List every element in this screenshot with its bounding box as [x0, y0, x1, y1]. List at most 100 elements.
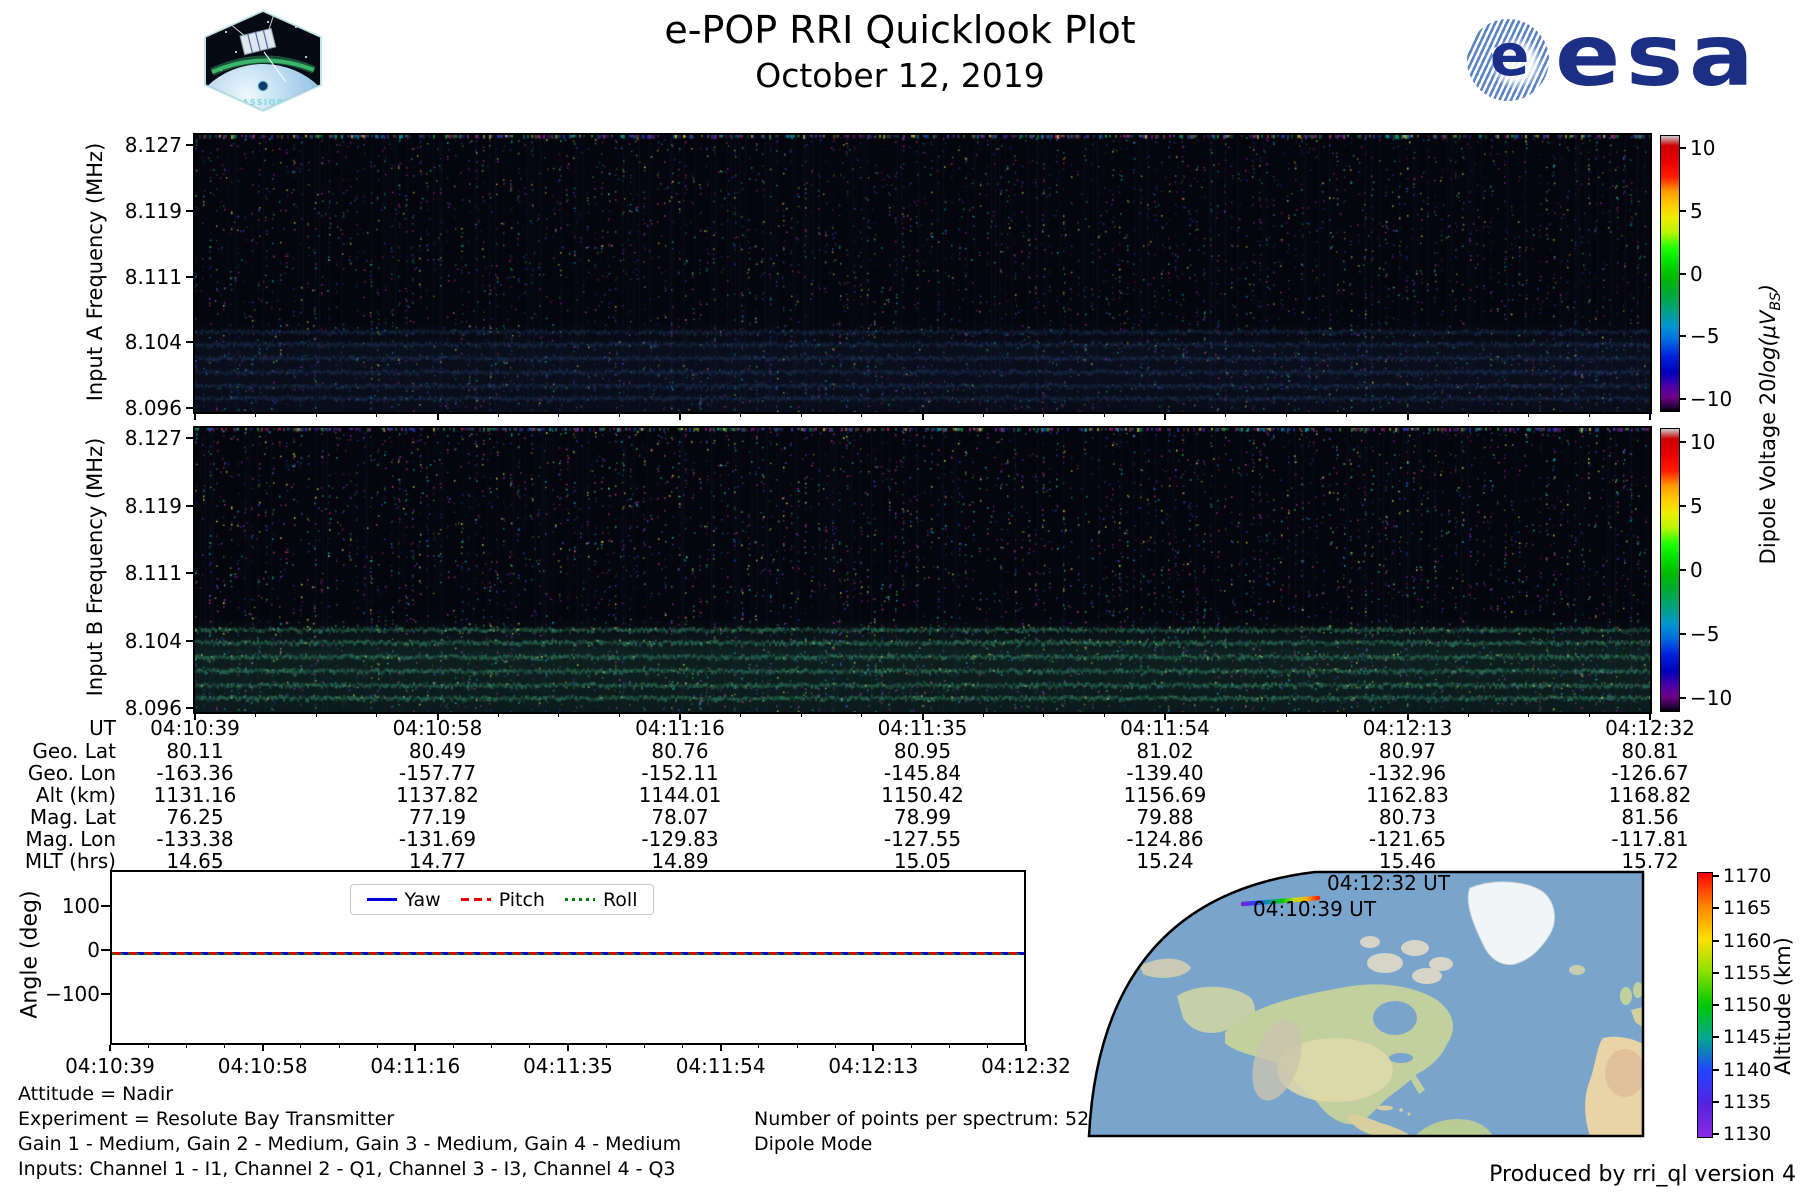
dipole-cbar-tick-mark	[1680, 209, 1686, 212]
dipole-label-suffix: )	[1755, 283, 1780, 293]
ephemeris-row-label: Mag. Lat	[29, 805, 116, 829]
angle-minor-tick	[338, 1045, 340, 1048]
altitude-cbar-tick-label: 1160	[1723, 929, 1772, 952]
dipole-cbar-tick-label: −10	[1690, 386, 1733, 411]
attitude-legend: Yaw Pitch Roll	[350, 884, 654, 915]
ephemeris-cell: 14.65	[166, 849, 224, 873]
altitude-cbar-tick-mark	[1713, 875, 1719, 877]
ephemeris-cell: -145.84	[883, 761, 962, 785]
ephemeris-cell: 80.49	[408, 739, 467, 763]
angle-ytick-mark	[101, 905, 110, 907]
ephemeris-cell: -121.65	[1368, 827, 1447, 851]
ephemeris-row-label: MLT (hrs)	[24, 849, 116, 873]
pitch-line-sample-icon	[460, 898, 491, 901]
time-tick-mark-a	[921, 414, 924, 420]
legend-label: Yaw	[404, 888, 441, 911]
time-minor-tick-a	[1285, 414, 1287, 417]
time-minor-tick-a	[1043, 414, 1045, 417]
angle-minor-tick	[376, 1045, 378, 1048]
ephemeris-cell: 04:11:54	[1120, 716, 1210, 740]
dipole-cbar-tick-mark	[1680, 569, 1686, 571]
altitude-cbar-tick-label: 1165	[1723, 897, 1772, 920]
ephemeris-cell: 15.24	[1136, 849, 1194, 873]
ephemeris-cell: 1131.16	[153, 783, 237, 807]
dipole-colorbar-a	[1660, 135, 1680, 412]
ephemeris-cell: 14.77	[408, 849, 467, 873]
map-hudson-bay	[1373, 1001, 1417, 1035]
time-minor-tick-a	[1103, 414, 1105, 417]
ephemeris-row-label: UT	[89, 716, 116, 740]
altitude-cbar-tick-label: 1145	[1723, 1026, 1772, 1049]
freq-tick-label-a: 8.096	[124, 396, 182, 421]
dipole-cbar-tick-label: −10	[1690, 686, 1733, 711]
time-minor-tick-a	[1588, 414, 1590, 417]
ephemeris-cell: 81.02	[1136, 739, 1194, 763]
legend-entry-pitch: Pitch	[460, 889, 545, 911]
esa-logo-wordmark: esa	[1555, 6, 1760, 106]
ephemeris-cell: 1150.42	[881, 783, 964, 807]
ephemeris-cell: 04:12:32	[1605, 716, 1695, 740]
angle-xtick-label: 04:12:13	[828, 1054, 919, 1078]
esa-logo-globe-icon: e	[1467, 19, 1549, 101]
dipole-cbar-tick-label: 10	[1690, 136, 1716, 161]
freq-tick-mark-b	[186, 437, 194, 440]
freq-tick-mark-a	[186, 143, 194, 146]
altitude-cbar-tick-mark	[1713, 1036, 1719, 1039]
altitude-cbar-tick-mark	[1713, 939, 1719, 942]
freq-tick-mark-a	[186, 275, 194, 278]
time-minor-tick-a	[497, 414, 499, 417]
patch-mission-name: CASSIOPE	[235, 98, 291, 107]
altitude-cbar-tick-label: 1170	[1723, 865, 1772, 887]
spectrogram-a-ylabel: Input A Frequency (MHz)	[83, 142, 107, 402]
spectrogram-b-ylabel: Input B Frequency (MHz)	[83, 437, 107, 697]
time-minor-tick-a	[1346, 414, 1348, 417]
ephemeris-row-label: Geo. Lat	[32, 739, 116, 763]
time-minor-tick-a	[1528, 414, 1530, 417]
altitude-cbar-tick-label: 1130	[1723, 1123, 1772, 1145]
dipole-cbar-tick-label: 0	[1690, 558, 1703, 582]
ephemeris-cell: 81.56	[1621, 805, 1679, 829]
esa-globe-letter: e	[1490, 21, 1530, 89]
angle-minor-tick	[643, 1045, 645, 1048]
angle-xtick-label: 04:11:16	[370, 1054, 461, 1078]
angle-xtick-mark	[719, 1045, 722, 1051]
angle-xtick-mark	[567, 1045, 569, 1051]
time-tick-mark-a	[1406, 414, 1409, 420]
dipole-cbar-tick-mark	[1680, 147, 1686, 150]
dipole-cbar-tick-mark	[1680, 335, 1686, 338]
dipole-cbar-tick-mark	[1680, 397, 1686, 400]
ephemeris-cell: 80.76	[651, 739, 709, 763]
dipole-cbar-tick-label: −5	[1690, 324, 1720, 349]
spectrogram-a-frame	[193, 133, 1652, 414]
angle-ytick-mark	[101, 993, 110, 995]
freq-tick-mark-b	[186, 504, 194, 507]
altitude-cbar-tick-mark	[1713, 907, 1719, 910]
ephemeris-row-label: Geo. Lon	[27, 761, 116, 785]
freq-tick-label-a: 8.104	[124, 330, 182, 355]
map-arctic-islands	[1367, 953, 1403, 973]
freq-tick-mark-a	[186, 209, 194, 212]
dipole-cbar-tick-label: 0	[1690, 261, 1703, 286]
time-minor-tick-a	[740, 414, 742, 417]
dipole-cbar-tick-label: −5	[1690, 622, 1720, 647]
dipole-cbar-tick-mark	[1680, 440, 1686, 443]
cassiope-patch-art: CASSIOPE	[206, 12, 320, 110]
roll-line	[112, 952, 1024, 955]
legend-entry-yaw: Yaw	[366, 888, 441, 911]
dipole-label-prefix: Dipole Voltage 20	[1755, 378, 1780, 565]
angle-minor-tick	[987, 1045, 989, 1048]
ephemeris-cell: 04:10:58	[392, 716, 483, 740]
freq-tick-label-b: 8.111	[124, 561, 182, 586]
angle-xtick-label: 04:10:39	[65, 1054, 155, 1078]
time-minor-tick-a	[376, 414, 378, 417]
ephemeris-cell: 80.73	[1378, 805, 1437, 829]
freq-tick-mark-b	[186, 572, 194, 575]
dipole-cbar-tick-label: 5	[1690, 493, 1703, 518]
angle-ytick-label: 0	[87, 938, 100, 962]
spectrogram-a-canvas	[195, 135, 1650, 412]
dipole-cbar-tick-label: 10	[1690, 429, 1716, 454]
footer-attitude: Attitude = Nadir	[18, 1083, 174, 1105]
angle-xtick-mark	[109, 1045, 111, 1051]
time-tick-mark-a	[436, 414, 439, 420]
freq-tick-mark-a	[186, 341, 194, 344]
